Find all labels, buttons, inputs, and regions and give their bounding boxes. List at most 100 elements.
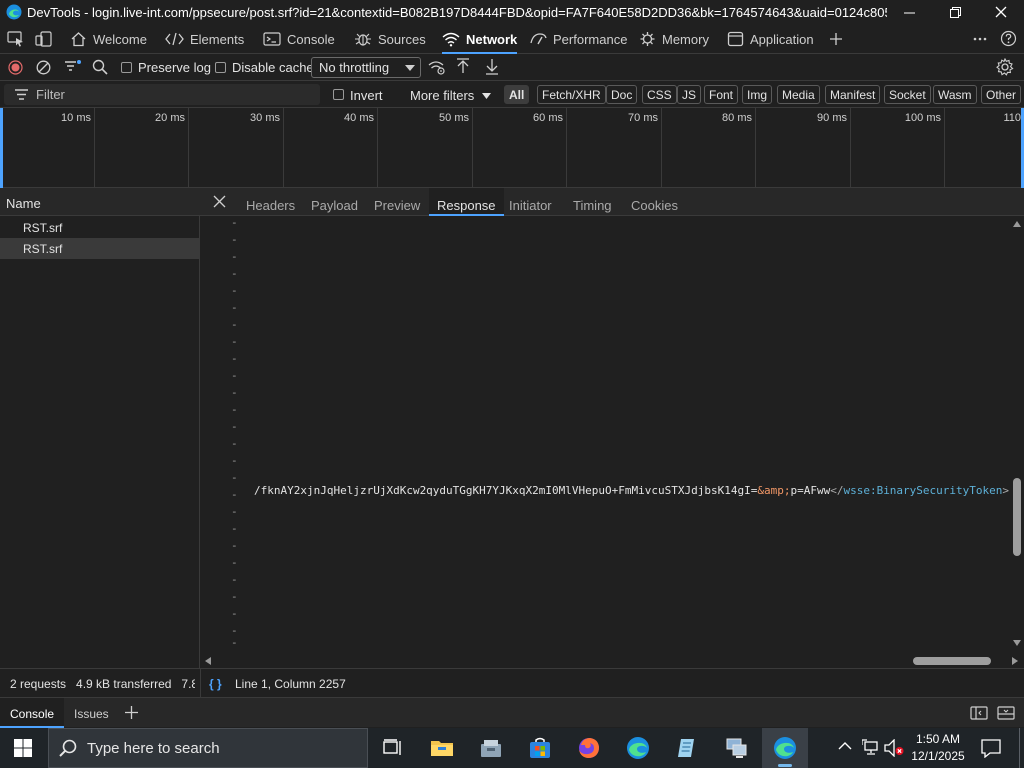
tab-label: Sources — [378, 31, 426, 47]
request-row-selected[interactable]: RST.srf — [0, 238, 199, 259]
tab-timing[interactable]: Timing — [573, 188, 612, 216]
filter-type-manifest[interactable]: Manifest — [825, 85, 881, 104]
filter-type-media[interactable]: Media — [777, 85, 820, 104]
filter-toggle-icon[interactable] — [64, 59, 82, 75]
dock-drawer-icon[interactable] — [970, 706, 988, 720]
filter-type-js[interactable]: JS — [677, 85, 702, 104]
horizontal-scroll-thumb[interactable] — [913, 657, 991, 665]
throttling-select[interactable]: No throttling — [311, 57, 421, 78]
add-drawer-tab-icon[interactable] — [124, 705, 139, 720]
timeline-left-handle[interactable] — [0, 108, 3, 188]
tab-response[interactable]: Response — [429, 188, 504, 216]
add-tab-icon[interactable] — [828, 31, 844, 47]
invert-checkbox[interactable] — [333, 89, 344, 100]
more-filters-button[interactable]: More filters — [410, 88, 491, 103]
drawer-tab-console[interactable]: Console — [0, 698, 65, 728]
taskbar-clock[interactable]: 1:50 AM 12/1/2025 — [908, 731, 968, 765]
filter-type-css[interactable]: CSS — [642, 85, 677, 104]
taskbar-firefox[interactable] — [566, 728, 612, 768]
scroll-down-arrow-icon[interactable] — [1013, 640, 1021, 646]
tab-network[interactable]: Network — [442, 24, 518, 54]
fold-marker: - — [231, 636, 238, 649]
tab-memory[interactable]: Memory — [639, 24, 709, 54]
tab-sources[interactable]: Sources — [354, 24, 426, 54]
timeline-tick-label: 70 ms — [628, 112, 658, 124]
filter-type-socket[interactable]: Socket — [884, 85, 931, 104]
filter-type-all[interactable]: All — [504, 85, 530, 104]
restore-button[interactable] — [932, 0, 978, 24]
filter-type-doc[interactable]: Doc — [606, 85, 638, 104]
filter-input[interactable]: Filter — [4, 84, 320, 105]
taskbar-file-explorer[interactable] — [419, 728, 465, 768]
pretty-print-icon[interactable]: { } — [209, 677, 222, 691]
vertical-scrollbar[interactable] — [1010, 216, 1024, 652]
tab-label: Console — [287, 31, 335, 47]
start-button[interactable] — [0, 728, 46, 768]
tab-application[interactable]: Application — [727, 24, 814, 54]
vertical-scroll-thumb[interactable] — [1013, 478, 1021, 556]
tab-elements[interactable]: Elements — [165, 24, 244, 54]
tab-console[interactable]: Console — [263, 24, 335, 54]
timeline-tick-label: 90 ms — [817, 112, 847, 124]
network-settings-gear-icon[interactable] — [996, 58, 1014, 76]
search-icon[interactable] — [92, 59, 108, 75]
disable-cache-checkbox[interactable] — [215, 62, 226, 73]
network-conditions-icon[interactable] — [428, 59, 446, 75]
taskbar-search-box[interactable]: Type here to search — [48, 728, 368, 768]
main-tab-bar: Welcome Elements Console Sources Network… — [0, 24, 1024, 54]
taskbar-notepad-app[interactable] — [664, 728, 710, 768]
tab-headers[interactable]: Headers — [246, 188, 295, 216]
task-view-button[interactable] — [370, 728, 416, 768]
minimize-button[interactable] — [886, 0, 932, 24]
clear-icon[interactable] — [36, 60, 51, 75]
fold-marker: - — [231, 403, 238, 416]
request-row[interactable]: RST.srf — [0, 217, 199, 238]
memory-icon — [640, 32, 655, 46]
record-icon[interactable] — [8, 60, 23, 75]
scroll-left-arrow-icon[interactable] — [205, 657, 211, 665]
inspect-element-icon[interactable] — [7, 31, 24, 47]
filter-type-other[interactable]: Other — [981, 85, 1022, 104]
computer-icon — [726, 738, 747, 758]
show-desktop-button[interactable] — [1019, 728, 1020, 768]
timeline-tick-label: 60 ms — [533, 112, 563, 124]
store-icon — [530, 737, 550, 758]
taskbar-app-store-manager[interactable] — [468, 728, 514, 768]
tab-cookies[interactable]: Cookies — [631, 188, 678, 216]
filter-type-font[interactable]: Font — [704, 85, 739, 104]
taskbar-edge-devtools[interactable] — [762, 728, 808, 768]
tab-initiator[interactable]: Initiator — [509, 188, 552, 216]
name-column-header[interactable]: Name — [0, 188, 200, 216]
tab-preview[interactable]: Preview — [374, 188, 420, 216]
response-viewer[interactable]: - - - - - - - - - - - - - - - - - - - - … — [200, 216, 1010, 654]
network-timeline-overview[interactable]: 10 ms 20 ms 30 ms 40 ms 50 ms 60 ms 70 m… — [0, 108, 1024, 188]
filter-type-wasm[interactable]: Wasm — [933, 85, 977, 104]
tab-payload[interactable]: Payload — [311, 188, 358, 216]
import-har-icon[interactable] — [456, 58, 470, 75]
device-emulation-icon[interactable] — [35, 31, 52, 47]
show-hidden-icons-chevron-icon[interactable] — [838, 741, 852, 751]
scroll-up-arrow-icon[interactable] — [1013, 221, 1021, 227]
close-details-icon[interactable] — [213, 195, 226, 208]
notification-center-icon[interactable] — [981, 739, 1001, 758]
drawer-tab-issues[interactable]: Issues — [74, 698, 109, 728]
more-options-icon[interactable] — [972, 31, 988, 47]
help-icon[interactable] — [1000, 30, 1017, 47]
filter-type-fetch-xhr[interactable]: Fetch/XHR — [537, 85, 606, 104]
horizontal-scrollbar[interactable] — [200, 654, 1024, 668]
taskbar-network-tool[interactable] — [713, 728, 759, 768]
export-har-icon[interactable] — [485, 58, 499, 75]
taskbar-microsoft-store[interactable] — [517, 728, 563, 768]
tab-performance[interactable]: Performance — [529, 24, 627, 54]
taskbar-edge[interactable] — [615, 728, 661, 768]
tab-welcome[interactable]: Welcome — [70, 24, 147, 54]
network-status-icon[interactable] — [862, 739, 880, 756]
close-window-button[interactable] — [978, 0, 1024, 24]
response-code-line: /fknAY2xjnJqHeljzrUjXdKcw2qyduTGgKH7YJKx… — [254, 484, 1009, 497]
scroll-right-arrow-icon[interactable] — [1012, 657, 1018, 665]
preserve-log-checkbox[interactable] — [121, 62, 132, 73]
filter-type-img[interactable]: Img — [742, 85, 773, 104]
task-view-icon — [383, 739, 401, 755]
close-drawer-icon[interactable] — [997, 706, 1015, 720]
volume-muted-icon[interactable] — [884, 739, 904, 757]
